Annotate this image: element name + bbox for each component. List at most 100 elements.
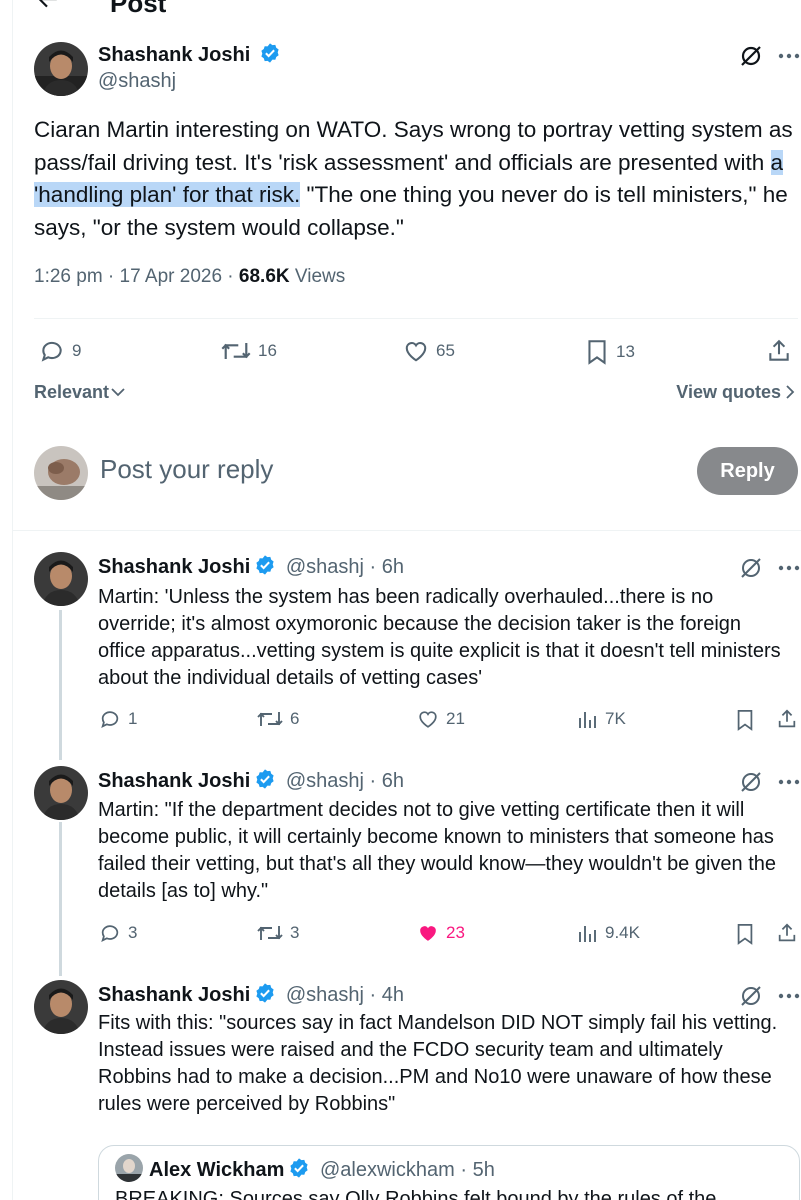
more-options-icon[interactable] [778, 560, 800, 576]
quote-author-handle: @alexwickham [320, 1159, 455, 1181]
like-count: 21 [446, 709, 465, 728]
avatar[interactable] [34, 766, 88, 820]
post-date[interactable]: 17 Apr 2026 [120, 266, 222, 287]
repost-action[interactable]: 6 [256, 708, 299, 730]
views-action[interactable]: 7K [577, 708, 626, 730]
author-name[interactable]: Shashank Joshi [98, 556, 250, 578]
more-options-icon[interactable] [778, 988, 800, 1004]
heart-icon [405, 341, 427, 362]
post-meta: 1:26 pm · 17 Apr 2026 · 68.6K Views [34, 266, 346, 287]
author-name[interactable]: Shashank Joshi [98, 44, 250, 66]
author-handle[interactable]: @shashj [98, 70, 281, 93]
chevron-down-icon [111, 388, 125, 397]
reply-action[interactable]: 9 [38, 338, 81, 364]
reply-button[interactable]: Reply [697, 447, 798, 495]
thread-line [59, 610, 62, 760]
reply-count: 9 [72, 341, 82, 360]
analytics-icon [579, 712, 596, 728]
author-name[interactable]: Shashank Joshi [98, 770, 250, 792]
quote-header: Alex Wickham @alexwickham · 5h [115, 1154, 495, 1182]
like-count: 65 [436, 341, 455, 360]
my-avatar[interactable] [34, 446, 88, 500]
author-block: Shashank Joshi @shashj [98, 42, 281, 93]
more-options-icon[interactable] [778, 48, 800, 64]
views-count: 7K [605, 709, 626, 728]
reply-text: Fits with this: "sources say in fact Man… [98, 1012, 778, 1115]
verified-badge-icon [290, 1158, 309, 1178]
author-handle[interactable]: @shashj [286, 770, 364, 792]
top-bar: Post [0, 0, 801, 22]
share-icon[interactable] [766, 338, 792, 364]
repost-icon [257, 926, 283, 940]
back-arrow-icon[interactable] [34, 0, 60, 12]
quoted-post[interactable]: Alex Wickham @alexwickham · 5h BREAKING:… [98, 1145, 800, 1200]
verified-badge-icon [261, 43, 279, 63]
views-action[interactable]: 9.4K [577, 922, 640, 944]
reply-input[interactable]: Post your reply [100, 454, 273, 485]
repost-icon [221, 343, 251, 359]
quote-avatar [115, 1154, 143, 1182]
like-action[interactable]: 21 [416, 708, 465, 730]
reply-action[interactable]: 3 [98, 922, 137, 944]
quote-author-name: Alex Wickham [149, 1159, 285, 1181]
share-icon[interactable] [776, 708, 798, 730]
view-quotes-link[interactable]: View quotes [676, 382, 795, 403]
reply-icon [101, 711, 119, 728]
page-title: Post [110, 0, 167, 18]
more-options-icon[interactable] [778, 774, 800, 790]
post-text: Ciaran Martin interesting on WATO. Says … [34, 117, 793, 240]
author-name[interactable]: Shashank Joshi [98, 984, 250, 1006]
bookmark-count: 13 [616, 342, 635, 361]
reply-action[interactable]: 1 [98, 708, 137, 730]
reply-count: 1 [128, 709, 138, 728]
bookmark-icon [588, 340, 606, 365]
post-age[interactable]: 6h [382, 770, 404, 792]
repost-action[interactable]: 3 [256, 922, 299, 944]
avatar[interactable] [34, 980, 88, 1034]
bookmark-action[interactable]: 13 [584, 338, 635, 366]
chevron-right-icon [786, 385, 795, 399]
bookmark-icon[interactable] [734, 922, 756, 946]
grok-icon[interactable] [739, 44, 763, 68]
verified-badge-icon [256, 769, 274, 789]
repost-count: 6 [290, 709, 300, 728]
reply-icon [101, 925, 119, 942]
repost-action[interactable]: 16 [220, 338, 277, 364]
grok-icon[interactable] [739, 556, 763, 580]
repost-count: 3 [290, 923, 300, 942]
repost-count: 16 [258, 341, 277, 360]
views-count: 9.4K [605, 923, 640, 942]
like-action[interactable]: 23 [416, 922, 465, 944]
bookmark-icon[interactable] [734, 708, 756, 732]
like-action[interactable]: 65 [402, 338, 455, 364]
views-count: 68.6K [238, 266, 290, 287]
like-count: 23 [446, 923, 465, 942]
quote-age: 5h [472, 1159, 495, 1181]
reply-header: Shashank Joshi @shashj · 4h [98, 983, 404, 1006]
verified-badge-icon [256, 983, 274, 1003]
reply-icon [41, 341, 62, 362]
author-handle[interactable]: @shashj [286, 556, 364, 578]
share-icon[interactable] [776, 922, 798, 944]
heart-filled-icon [420, 926, 436, 941]
reply-text: Martin: "If the department decides not t… [98, 799, 777, 902]
divider [13, 530, 801, 531]
column-border [12, 0, 13, 1200]
post-age[interactable]: 6h [382, 556, 404, 578]
sort-dropdown[interactable]: Relevant [34, 382, 125, 403]
grok-icon[interactable] [739, 770, 763, 794]
reply-header: Shashank Joshi @shashj · 6h [98, 769, 404, 792]
post-time[interactable]: 1:26 pm [34, 266, 103, 287]
thread-line [59, 822, 62, 976]
reply-text: Martin: 'Unless the system has been radi… [98, 586, 781, 689]
reply-count: 3 [128, 923, 138, 942]
avatar[interactable] [34, 552, 88, 606]
views-label: Views [294, 266, 346, 287]
reply-header: Shashank Joshi @shashj · 6h [98, 555, 404, 578]
author-handle[interactable]: @shashj [286, 984, 364, 1006]
avatar[interactable] [34, 42, 88, 96]
divider [34, 318, 798, 319]
post-age[interactable]: 4h [382, 984, 404, 1006]
heart-icon [419, 711, 437, 728]
grok-icon[interactable] [739, 984, 763, 1008]
